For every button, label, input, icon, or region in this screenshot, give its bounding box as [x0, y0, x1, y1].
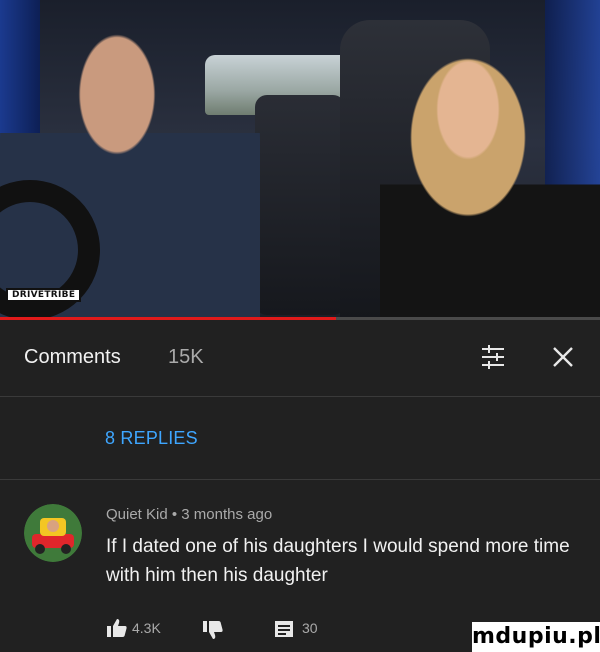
comment-meta: Quiet Kid • 3 months ago — [106, 506, 273, 523]
like-count: 4.3K — [132, 620, 161, 636]
avatar[interactable] — [24, 504, 82, 562]
close-icon — [553, 347, 573, 367]
comments-header: Comments 15K — [0, 320, 600, 396]
like-button[interactable] — [106, 618, 128, 638]
comments-title: Comments — [24, 346, 121, 368]
thumbs-down-icon — [203, 621, 223, 639]
comments-count: 15K — [168, 346, 204, 368]
rear-seat — [255, 95, 345, 315]
view-replies-button[interactable]: 8 REPLIES — [105, 428, 198, 449]
reply-count: 30 — [302, 620, 318, 636]
toy-car-avatar-icon — [24, 504, 82, 562]
reply-icon — [275, 621, 293, 637]
channel-watermark: DRIVETRIBE — [6, 288, 82, 302]
dislike-button[interactable] — [202, 620, 224, 640]
replies-divider — [0, 479, 600, 480]
close-button[interactable] — [548, 342, 578, 372]
video-player[interactable]: DRIVETRIBE — [0, 0, 600, 318]
passenger-figure — [380, 40, 600, 318]
reply-button[interactable] — [274, 620, 294, 638]
comment-text: If I dated one of his daughters I would … — [106, 536, 570, 586]
site-watermark: mdupiu.pl — [472, 622, 600, 652]
header-divider — [0, 396, 600, 397]
sort-icon — [482, 345, 504, 369]
sort-button[interactable] — [478, 342, 508, 372]
comment-actions: 4.3K 30 — [106, 616, 466, 640]
thumbs-up-icon — [107, 619, 127, 637]
